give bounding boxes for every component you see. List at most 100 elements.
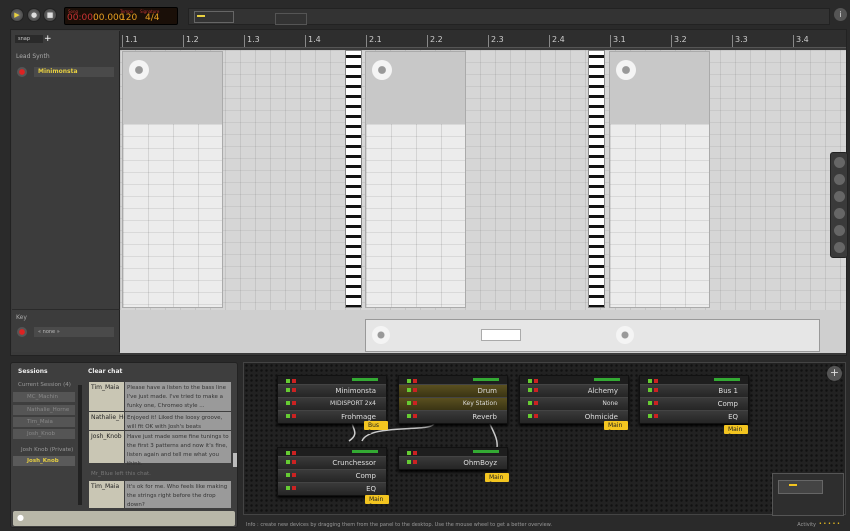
lcd-display: Song 00:00: 00.000 Tempo 120 Signature 4… [64,7,178,25]
record-button[interactable]: ■ [43,8,57,22]
select-icon[interactable] [834,174,845,185]
device-module[interactable]: Minimonsta MIDISPORT 2x4 Frohmage [277,375,387,424]
device-slot[interactable]: Alchemy [520,384,628,397]
overview-viewport[interactable] [194,11,234,23]
ruler-tick: 3.1 [610,35,626,47]
device-module[interactable]: Crunchessor Comp EQ [277,447,387,496]
device-slot[interactable]: Drum [399,384,507,397]
pattern-clip[interactable] [609,51,710,308]
ruler-tick: 1.1 [122,35,138,47]
device-slot-label: EQ [366,485,376,493]
sessions-scrollbar[interactable] [78,385,82,505]
device-slot[interactable]: Crunchessor [278,456,386,469]
device-slot-label: None [602,400,618,407]
stop-button[interactable]: ● [27,8,41,22]
device-module[interactable]: Alchemy None Ohmicide [519,375,629,424]
sessions-header: Sessions [18,368,48,375]
track-device-selector[interactable]: Minimonsta [34,67,114,77]
activity-indicator: • • • • • [818,521,840,527]
device-slot-label: Crunchessor [332,459,376,467]
pattern-clip[interactable] [122,51,223,308]
device-slot[interactable]: Reverb [399,410,507,423]
info-icon[interactable]: i [834,8,847,21]
device-slot[interactable]: EQ [640,410,748,423]
device-slot[interactable]: Key Station [399,397,507,410]
device-module[interactable]: Bus 1 Comp EQ [639,375,749,424]
piano-keyboard[interactable] [345,50,362,308]
timeline-ruler[interactable]: 1.1 1.2 1.3 1.4 2.1 2.2 2.3 2.4 3.1 3.2 3.3 3.4 [120,30,846,48]
add-track-button[interactable]: + [44,34,52,44]
track-list: snap + Lead Synth Minimonsta Key « none … [12,31,120,352]
snap-dropdown[interactable]: snap [15,35,43,43]
key-clip[interactable] [365,319,820,352]
session-member[interactable]: Nathalie_Horne [13,405,75,415]
chat-author: Josh_Knob [89,431,124,463]
device-slot-label: Drum [477,387,497,395]
ruler-tick: 1.4 [305,35,321,47]
chat-message: It's ok for me. Who feels like making th… [125,481,231,508]
output-tag[interactable]: Main 1 [365,495,389,510]
sessions-panel: Sessions Clear chat Current Session (4) … [10,362,238,528]
eraser-icon[interactable] [834,242,845,253]
minimap[interactable] [772,473,844,516]
chat-scrollbar[interactable] [233,453,237,467]
device-slot[interactable]: OhmBoyz [399,456,507,469]
pattern-grid[interactable] [120,50,846,310]
device-slot[interactable]: Bus 1 [640,384,748,397]
track-label: Lead Synth [16,53,50,60]
key-selector[interactable]: « none » [34,327,114,337]
device-desktop[interactable]: + Minimonsta MIDISPORT 2x4 Frohmage Bus 1 Dr… [243,362,846,516]
key-record-button[interactable] [17,327,27,337]
device-slot-label: MIDISPORT 2x4 [330,400,376,407]
signature-value[interactable]: 4/4 [145,13,159,23]
ruler-tick: 2.2 [427,35,443,47]
pattern-clip[interactable] [365,51,466,308]
session-member[interactable]: MC_Machin [13,392,75,402]
ruler-tick: 2.4 [549,35,565,47]
session-member[interactable]: Tim_Maia [13,417,75,427]
device-slot[interactable]: None [520,397,628,410]
chat-author: Tim_Maia [89,382,124,411]
velocity-icon[interactable] [834,208,845,219]
device-slot[interactable]: EQ [278,482,386,495]
session-member[interactable]: Josh_Knob [13,429,75,439]
output-tag[interactable]: Main 1 [604,421,628,436]
device-slot[interactable]: Comp [640,397,748,410]
ruler-tick: 1.2 [183,35,199,47]
device-slot-label: Key Station [462,400,497,407]
ruler-tick: 3.2 [671,35,687,47]
key-lane[interactable] [120,310,846,353]
brush-icon[interactable] [834,225,845,236]
device-slot-label: EQ [728,413,738,421]
ruler-tick: 1.3 [244,35,260,47]
output-tag[interactable]: Main 1 [485,473,509,488]
device-slot-label: Bus 1 [718,387,738,395]
pencil-icon[interactable] [834,157,845,168]
private-session-label: Josh Knob (Private) [21,447,74,453]
device-slot[interactable]: Minimonsta [278,384,386,397]
piano-keyboard[interactable] [588,50,605,308]
device-module[interactable]: OhmBoyz [398,447,508,470]
device-slot[interactable]: Comp [278,469,386,482]
output-tag[interactable]: Bus 1 [364,421,388,436]
device-slot-label: Reverb [472,413,497,421]
track-record-button[interactable] [17,67,27,77]
activity-label: Activity [797,522,816,528]
device-slot-label: Ohmicide [584,413,618,421]
play-button[interactable]: ▶ [10,8,24,22]
device-module[interactable]: Drum Key Station Reverb [398,375,508,424]
note-icon[interactable] [834,191,845,202]
clear-chat-button[interactable]: Clear chat [88,368,122,375]
device-slot[interactable]: MIDISPORT 2x4 [278,397,386,410]
chat-bubble-icon: ● [17,513,24,522]
song-overview[interactable] [188,8,830,25]
status-info: Info : create new devices by dragging th… [246,522,552,528]
chat-author: Nathalie_Horne [89,412,137,430]
output-tag[interactable]: Main 1 [724,425,748,440]
device-slot-label: Frohmage [341,413,376,421]
private-member[interactable]: Josh_Knob [13,456,75,466]
chat-input[interactable]: ● [13,511,235,526]
tool-strip [830,152,848,258]
device-slot-label: Comp [355,472,376,480]
tempo-value[interactable]: 120 [120,13,137,23]
